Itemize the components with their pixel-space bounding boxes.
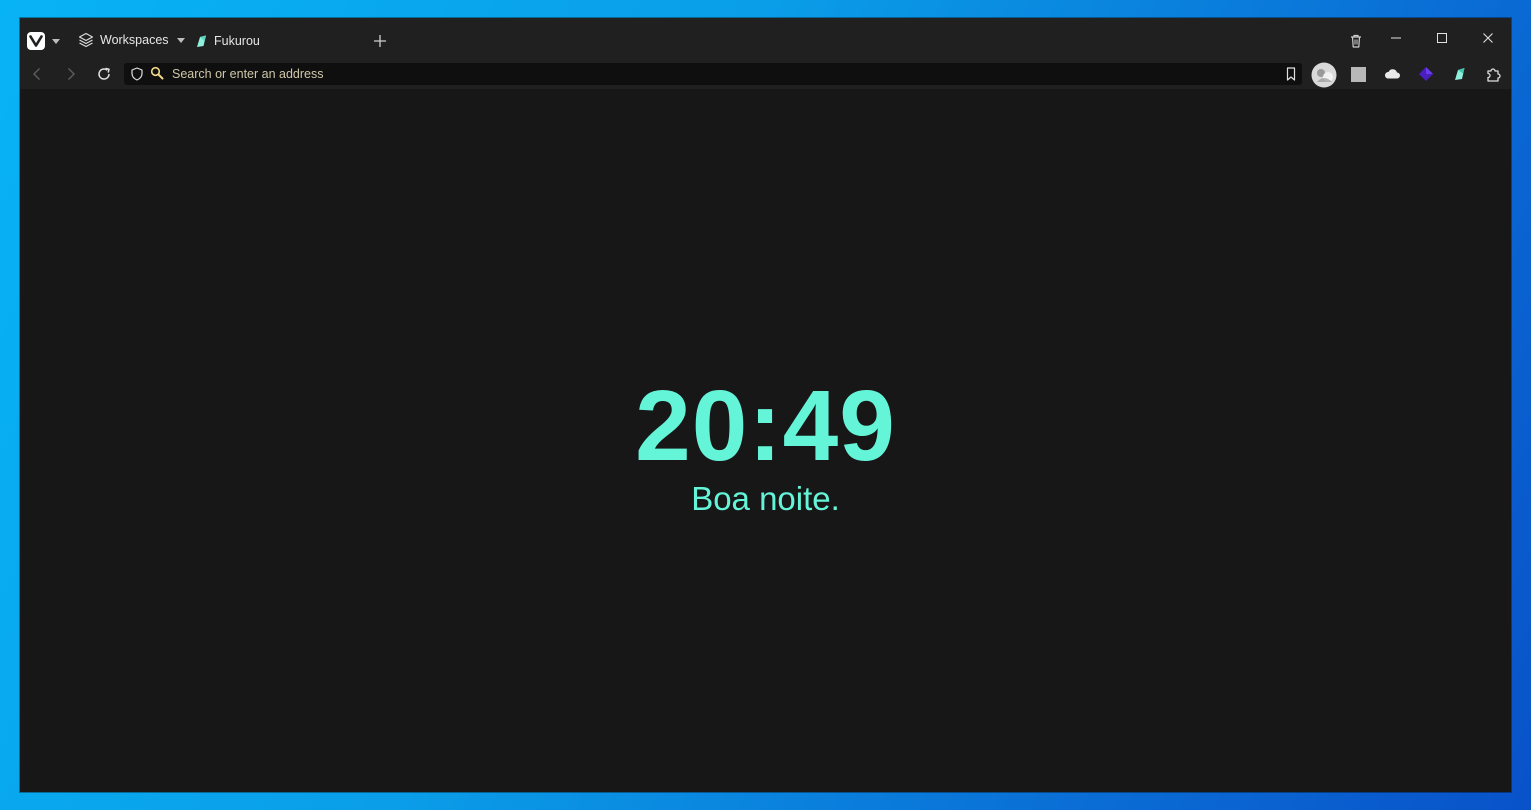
shield-icon[interactable]	[130, 67, 144, 81]
address-bar[interactable]: Search or enter an address	[124, 63, 1302, 85]
back-button[interactable]	[29, 66, 45, 82]
bookmark-icon[interactable]	[1285, 67, 1297, 81]
minimize-icon	[1391, 37, 1401, 39]
browser-window: Workspaces Fukurou Search or enter an ad…	[20, 18, 1511, 792]
gray-square-extension	[1350, 66, 1366, 82]
closed-tabs-button[interactable]	[1348, 33, 1364, 49]
forward-button[interactable]	[63, 66, 79, 82]
reload-icon	[98, 67, 110, 80]
maximize-icon	[1437, 33, 1447, 43]
extension-purple-diamond[interactable]	[1415, 63, 1437, 85]
close-icon	[1483, 33, 1493, 43]
reload-button[interactable]	[96, 66, 112, 82]
trash-icon	[1351, 34, 1361, 48]
extension-fukurou[interactable]	[1449, 63, 1471, 85]
minimize-button[interactable]	[1384, 28, 1408, 48]
extension-cloud[interactable]	[1381, 63, 1403, 85]
vivaldi-logo-icon	[29, 35, 43, 47]
greeting-text: Boa noite.	[691, 480, 840, 517]
puzzle-icon	[1487, 68, 1501, 82]
maximize-button[interactable]	[1430, 28, 1454, 48]
chevron-down-icon	[176, 37, 185, 43]
profile-avatar[interactable]	[1311, 62, 1337, 88]
navigation-toolbar: Search or enter an address	[20, 59, 1511, 89]
fukurou-tab-icon	[197, 35, 206, 47]
layers-icon	[78, 32, 94, 48]
address-input-placeholder[interactable]: Search or enter an address	[172, 66, 323, 82]
tab-title: Fukurou	[214, 34, 260, 48]
purple-diamond-extension	[1419, 67, 1433, 81]
new-tab-button[interactable]	[372, 33, 388, 49]
extension-gray-square[interactable]	[1347, 63, 1369, 85]
vivaldi-menu-button[interactable]	[27, 32, 45, 50]
tab-fukurou[interactable]: Fukurou	[194, 32, 374, 50]
title-bar: Workspaces Fukurou	[20, 18, 1511, 59]
page-content: 20:49 Boa noite.	[20, 89, 1511, 792]
fukurou-extension	[1455, 68, 1465, 80]
clock-display: 20:49	[635, 370, 896, 482]
search-icon	[150, 66, 164, 80]
avatar-extension	[1311, 62, 1337, 88]
close-button[interactable]	[1476, 28, 1500, 48]
forward-arrow-icon	[68, 68, 75, 80]
workspaces-label: Workspaces	[100, 33, 169, 47]
back-arrow-icon	[33, 68, 40, 80]
cloud-extension	[1384, 69, 1400, 79]
workspaces-button[interactable]: Workspaces	[78, 32, 185, 48]
plus-icon	[374, 35, 386, 47]
chevron-down-icon	[52, 39, 60, 44]
extensions-menu-button[interactable]	[1483, 63, 1505, 85]
vivaldi-menu-dropdown[interactable]	[52, 39, 60, 44]
